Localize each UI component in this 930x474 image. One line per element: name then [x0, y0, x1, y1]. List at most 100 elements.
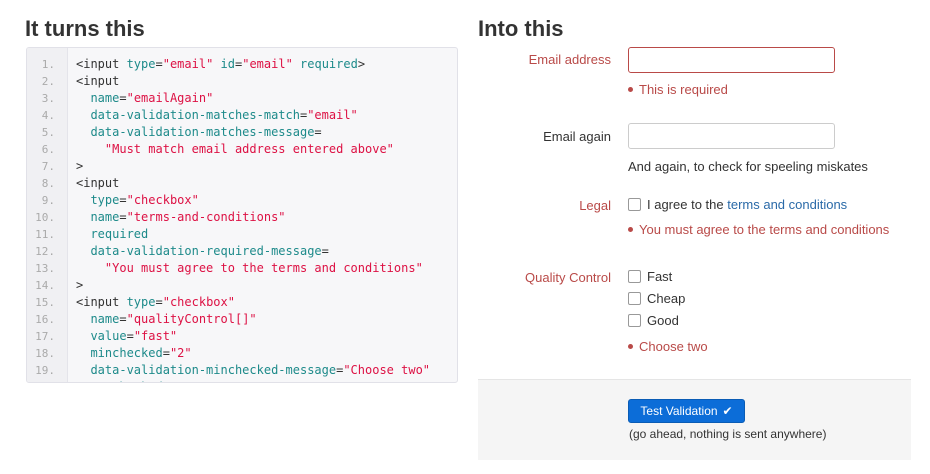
line-number: 1. — [41, 58, 55, 71]
code-text: > — [76, 158, 83, 175]
code-token: = — [155, 57, 163, 71]
code-text: data-validation-matches-message= — [76, 124, 322, 141]
line-number: 10. — [35, 211, 55, 224]
email-again-help: And again, to check for speeling miskate… — [628, 159, 868, 174]
code-token: "2" — [169, 346, 192, 360]
code-line: 16. name="qualityControl[]" — [27, 311, 457, 328]
code-token: name — [90, 210, 120, 224]
code-line: 9. type="checkbox" — [27, 192, 457, 209]
code-token: = — [119, 91, 127, 105]
cheap-checkbox[interactable] — [628, 292, 641, 305]
code-token: maxchecked — [90, 380, 162, 382]
email-again-label: Email again — [543, 129, 611, 144]
code-token: "You must agree to the terms and conditi… — [104, 261, 423, 275]
code-line: 17. value="fast" — [27, 328, 457, 345]
cheap-label: Cheap — [647, 291, 686, 306]
code-token: = — [119, 193, 127, 207]
code-text: <input type="email" id="email" required> — [76, 56, 365, 73]
line-number: 8. — [41, 177, 55, 190]
line-number: 18. — [35, 347, 55, 360]
fast-checkbox[interactable] — [628, 270, 641, 283]
code-line: 20. maxchecked="2" — [27, 379, 457, 382]
code-token: = — [119, 312, 127, 326]
line-number: 15. — [35, 296, 55, 309]
good-checkbox[interactable] — [628, 314, 641, 327]
code-line: 14. > — [27, 277, 457, 294]
code-token: name — [90, 312, 120, 326]
line-number: 12. — [35, 245, 55, 258]
code-token: "email" — [242, 57, 293, 71]
legal-error-message: You must agree to the terms and conditio… — [639, 222, 890, 237]
code-token: > — [76, 159, 84, 173]
checkmark-icon: ✔ — [722, 404, 733, 418]
code-text: minchecked="2" — [76, 345, 192, 362]
email-error-message: This is required — [639, 82, 728, 97]
code-token: type — [90, 193, 120, 207]
code-text: data-validation-matches-match="email" — [76, 107, 358, 124]
quality-option-cheap[interactable]: Cheap — [628, 291, 685, 307]
code-text: "Must match email address entered above" — [76, 141, 394, 158]
code-token: "checkbox" — [126, 193, 199, 207]
code-token: <input — [76, 295, 127, 309]
email-input[interactable] — [628, 47, 835, 73]
code-line: 1. <input type="email" id="email" require… — [27, 56, 457, 73]
code-text: name="emailAgain" — [76, 90, 213, 107]
quality-option-good[interactable]: Good — [628, 313, 679, 329]
code-token: type — [126, 57, 156, 71]
email-again-input[interactable] — [628, 123, 835, 149]
code-line: 12. data-validation-required-message= — [27, 243, 457, 260]
test-validation-label: Test Validation — [640, 404, 718, 418]
code-text: maxchecked="2" — [76, 379, 192, 382]
code-token: data-validation-required-message — [90, 244, 322, 258]
line-number: 16. — [35, 313, 55, 326]
line-number: 14. — [35, 279, 55, 292]
code-text: data-validation-required-message= — [76, 243, 328, 260]
code-line: 4. data-validation-matches-match="email" — [27, 107, 457, 124]
line-number: 6. — [41, 143, 55, 156]
code-token: = — [126, 329, 134, 343]
code-token: required — [90, 227, 149, 241]
legal-label: Legal — [579, 198, 611, 213]
line-number: 17. — [35, 330, 55, 343]
code-token: "emailAgain" — [126, 91, 214, 105]
line-number: 20. — [27, 379, 55, 382]
code-lines: 1. <input type="email" id="email" require… — [27, 56, 457, 382]
code-line: 5. data-validation-matches-message= — [27, 124, 457, 141]
code-text: value="fast" — [76, 328, 177, 345]
code-block: 1. <input type="email" id="email" require… — [26, 47, 458, 383]
email-error-bullet — [628, 87, 633, 92]
email-label: Email address — [528, 52, 611, 67]
terms-checkbox-row[interactable]: I agree to the terms and conditions — [628, 197, 847, 213]
code-token: "terms-and-conditions" — [126, 210, 286, 224]
code-token: "2" — [170, 380, 192, 382]
code-line: 10. name="terms-and-conditions" — [27, 209, 457, 226]
code-token: "Must match email address entered above" — [104, 142, 394, 156]
code-text: "You must agree to the terms and conditi… — [76, 260, 423, 277]
test-validation-button[interactable]: Test Validation ✔ — [628, 399, 745, 423]
code-token: "email" — [307, 108, 358, 122]
submit-note: (go ahead, nothing is sent anywhere) — [629, 427, 827, 441]
code-text: name="qualityControl[]" — [76, 311, 256, 328]
code-token: type — [126, 295, 156, 309]
code-token: = — [314, 125, 322, 139]
terms-link[interactable]: terms and conditions — [727, 197, 847, 212]
line-number: 5. — [41, 126, 55, 139]
quality-option-fast[interactable]: Fast — [628, 269, 672, 285]
terms-checkbox[interactable] — [628, 198, 641, 211]
line-number: 4. — [41, 109, 55, 122]
line-number: 13. — [35, 262, 55, 275]
code-line: 19. data-validation-minchecked-message="… — [27, 362, 457, 379]
code-token: > — [357, 57, 366, 71]
line-number: 9. — [41, 194, 55, 207]
code-token: "fast" — [133, 329, 178, 343]
code-token: <input — [76, 74, 120, 88]
